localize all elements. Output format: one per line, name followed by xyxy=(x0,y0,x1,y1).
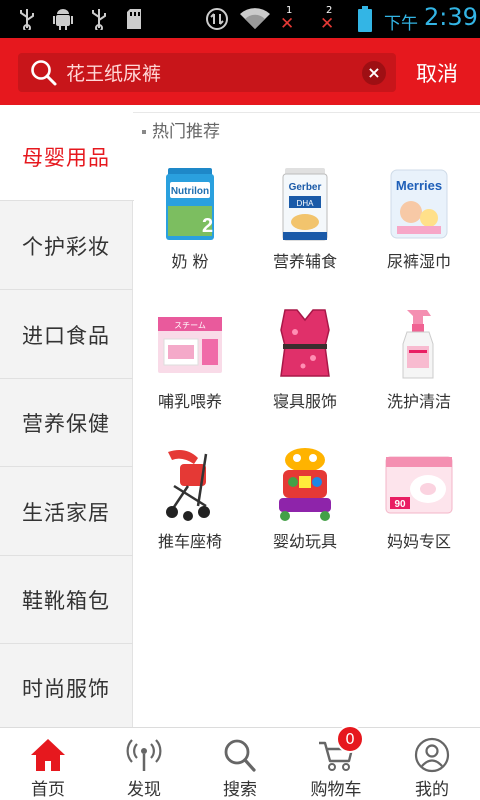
search-input[interactable]: 花王纸尿裤 × xyxy=(18,53,396,92)
baby-swim-vest-image xyxy=(265,304,345,384)
section-title: 热门推荐 xyxy=(142,117,220,142)
clear-icon[interactable]: × xyxy=(362,61,386,85)
category-milk-powder[interactable]: Nutrilon 2 奶 粉 xyxy=(135,164,245,294)
bottom-nav: 首页 发现 搜索 0 购物车 我的 xyxy=(0,725,480,800)
category-wash-care[interactable]: 洗护清洁 xyxy=(364,304,474,434)
category-stroller-seat[interactable]: 推车座椅 xyxy=(135,444,245,574)
search-icon xyxy=(31,60,57,86)
category-label: 营养辅食 xyxy=(272,252,337,271)
svg-text:90: 90 xyxy=(394,499,406,510)
sidebar-item-label: 营养保健 xyxy=(22,411,110,436)
milk-powder-can-image: Nutrilon 2 xyxy=(150,164,230,244)
category-label: 奶 粉 xyxy=(171,252,209,271)
svg-text:2: 2 xyxy=(202,215,213,237)
sidebar-item-label: 时尚服饰 xyxy=(22,677,110,701)
sim1-no-signal-icon: ✕ xyxy=(280,14,295,34)
baby-cereal-can-image: Gerber DHA xyxy=(265,164,345,244)
data-sync-icon xyxy=(204,6,230,32)
search-query: 花王纸尿裤 xyxy=(66,63,162,85)
sd-card-icon xyxy=(124,6,144,32)
category-diapers[interactable]: Merries 尿裤湿巾 xyxy=(364,164,474,294)
category-baby-toys[interactable]: 婴幼玩具 xyxy=(250,444,360,574)
feeding-box-image: スチーム xyxy=(150,304,230,384)
nursing-pads-image: 90 xyxy=(379,444,459,524)
spray-bottle-image xyxy=(379,304,459,384)
category-baby-food[interactable]: Gerber DHA 营养辅食 xyxy=(250,164,360,294)
stroller-image xyxy=(150,444,230,524)
sidebar-item-label: 母婴用品 xyxy=(22,145,110,170)
category-label: 婴幼玩具 xyxy=(272,532,337,551)
status-ampm: 下午 xyxy=(384,14,418,34)
category-label: 寝具服饰 xyxy=(272,392,337,411)
svg-text:DHA: DHA xyxy=(297,199,315,208)
sidebar-item-label: 个护彩妆 xyxy=(22,234,110,259)
category-label: 推车座椅 xyxy=(157,532,222,551)
cancel-button[interactable]: 取消 xyxy=(416,58,458,88)
sidebar-item-mother-baby[interactable]: 母婴用品 xyxy=(0,113,134,201)
home-icon xyxy=(28,736,68,774)
section-title-text: 热门推荐 xyxy=(152,122,220,142)
category-bedding-apparel[interactable]: 寝具服饰 xyxy=(250,304,360,434)
svg-text:スチーム: スチーム xyxy=(174,321,206,330)
sidebar-item-imported-food[interactable]: 进口食品 xyxy=(0,291,133,379)
category-label: 哺乳喂养 xyxy=(157,392,222,411)
divider xyxy=(133,112,480,113)
nav-discover[interactable]: 发现 xyxy=(96,728,192,800)
nav-label: 我的 xyxy=(415,780,449,800)
category-mom-zone[interactable]: 90 妈妈专区 xyxy=(364,444,474,574)
nav-profile[interactable]: 我的 xyxy=(384,728,480,800)
sidebar-item-fashion[interactable]: 时尚服饰 xyxy=(0,644,133,732)
nav-label: 发现 xyxy=(127,780,161,800)
profile-icon xyxy=(412,736,452,774)
category-label: 洗护清洁 xyxy=(386,392,451,411)
baby-walker-toy-image xyxy=(265,444,345,524)
usb-icon xyxy=(16,6,38,32)
nav-home[interactable]: 首页 xyxy=(0,728,96,800)
nav-cart[interactable]: 0 购物车 xyxy=(288,725,384,800)
usb-icon xyxy=(88,6,110,32)
category-sidebar: 母婴用品 个护彩妆 进口食品 营养保健 生活家居 鞋靴箱包 时尚服饰 xyxy=(0,113,134,727)
sidebar-item-label: 生活家居 xyxy=(22,500,110,525)
cart-count-badge: 0 xyxy=(336,725,364,753)
svg-text:Gerber: Gerber xyxy=(289,182,322,193)
nav-search[interactable]: 搜索 xyxy=(192,728,288,800)
nav-label: 搜索 xyxy=(223,780,257,800)
sim2-no-signal-icon: ✕ xyxy=(320,14,335,34)
battery-icon xyxy=(356,6,374,32)
android-debug-icon xyxy=(52,6,74,32)
category-label: 尿裤湿巾 xyxy=(386,252,451,271)
discover-signal-icon xyxy=(124,736,164,774)
svg-text:Merries: Merries xyxy=(396,178,442,193)
svg-text:Nutrilon: Nutrilon xyxy=(171,186,209,197)
nav-label: 首页 xyxy=(31,780,65,800)
sidebar-item-shoes-bags[interactable]: 鞋靴箱包 xyxy=(0,556,133,644)
sidebar-item-label: 鞋靴箱包 xyxy=(22,588,110,613)
category-label: 妈妈专区 xyxy=(386,532,451,551)
sidebar-item-label: 进口食品 xyxy=(22,323,110,348)
wifi-icon xyxy=(238,6,272,32)
diaper-pack-image: Merries xyxy=(379,164,459,244)
search-icon xyxy=(220,736,260,774)
status-time: 2:39 xyxy=(424,3,478,31)
nav-label: 购物车 xyxy=(310,780,362,800)
sidebar-item-personal-care[interactable]: 个护彩妆 xyxy=(0,202,133,290)
status-bar: 1 ✕ 2 ✕ 下午 2:39 xyxy=(0,0,480,38)
sidebar-item-home-living[interactable]: 生活家居 xyxy=(0,468,133,556)
category-feeding[interactable]: スチーム 哺乳喂养 xyxy=(135,304,245,434)
search-header: 花王纸尿裤 × 取消 xyxy=(0,38,480,105)
sidebar-item-nutrition[interactable]: 营养保健 xyxy=(0,379,133,467)
